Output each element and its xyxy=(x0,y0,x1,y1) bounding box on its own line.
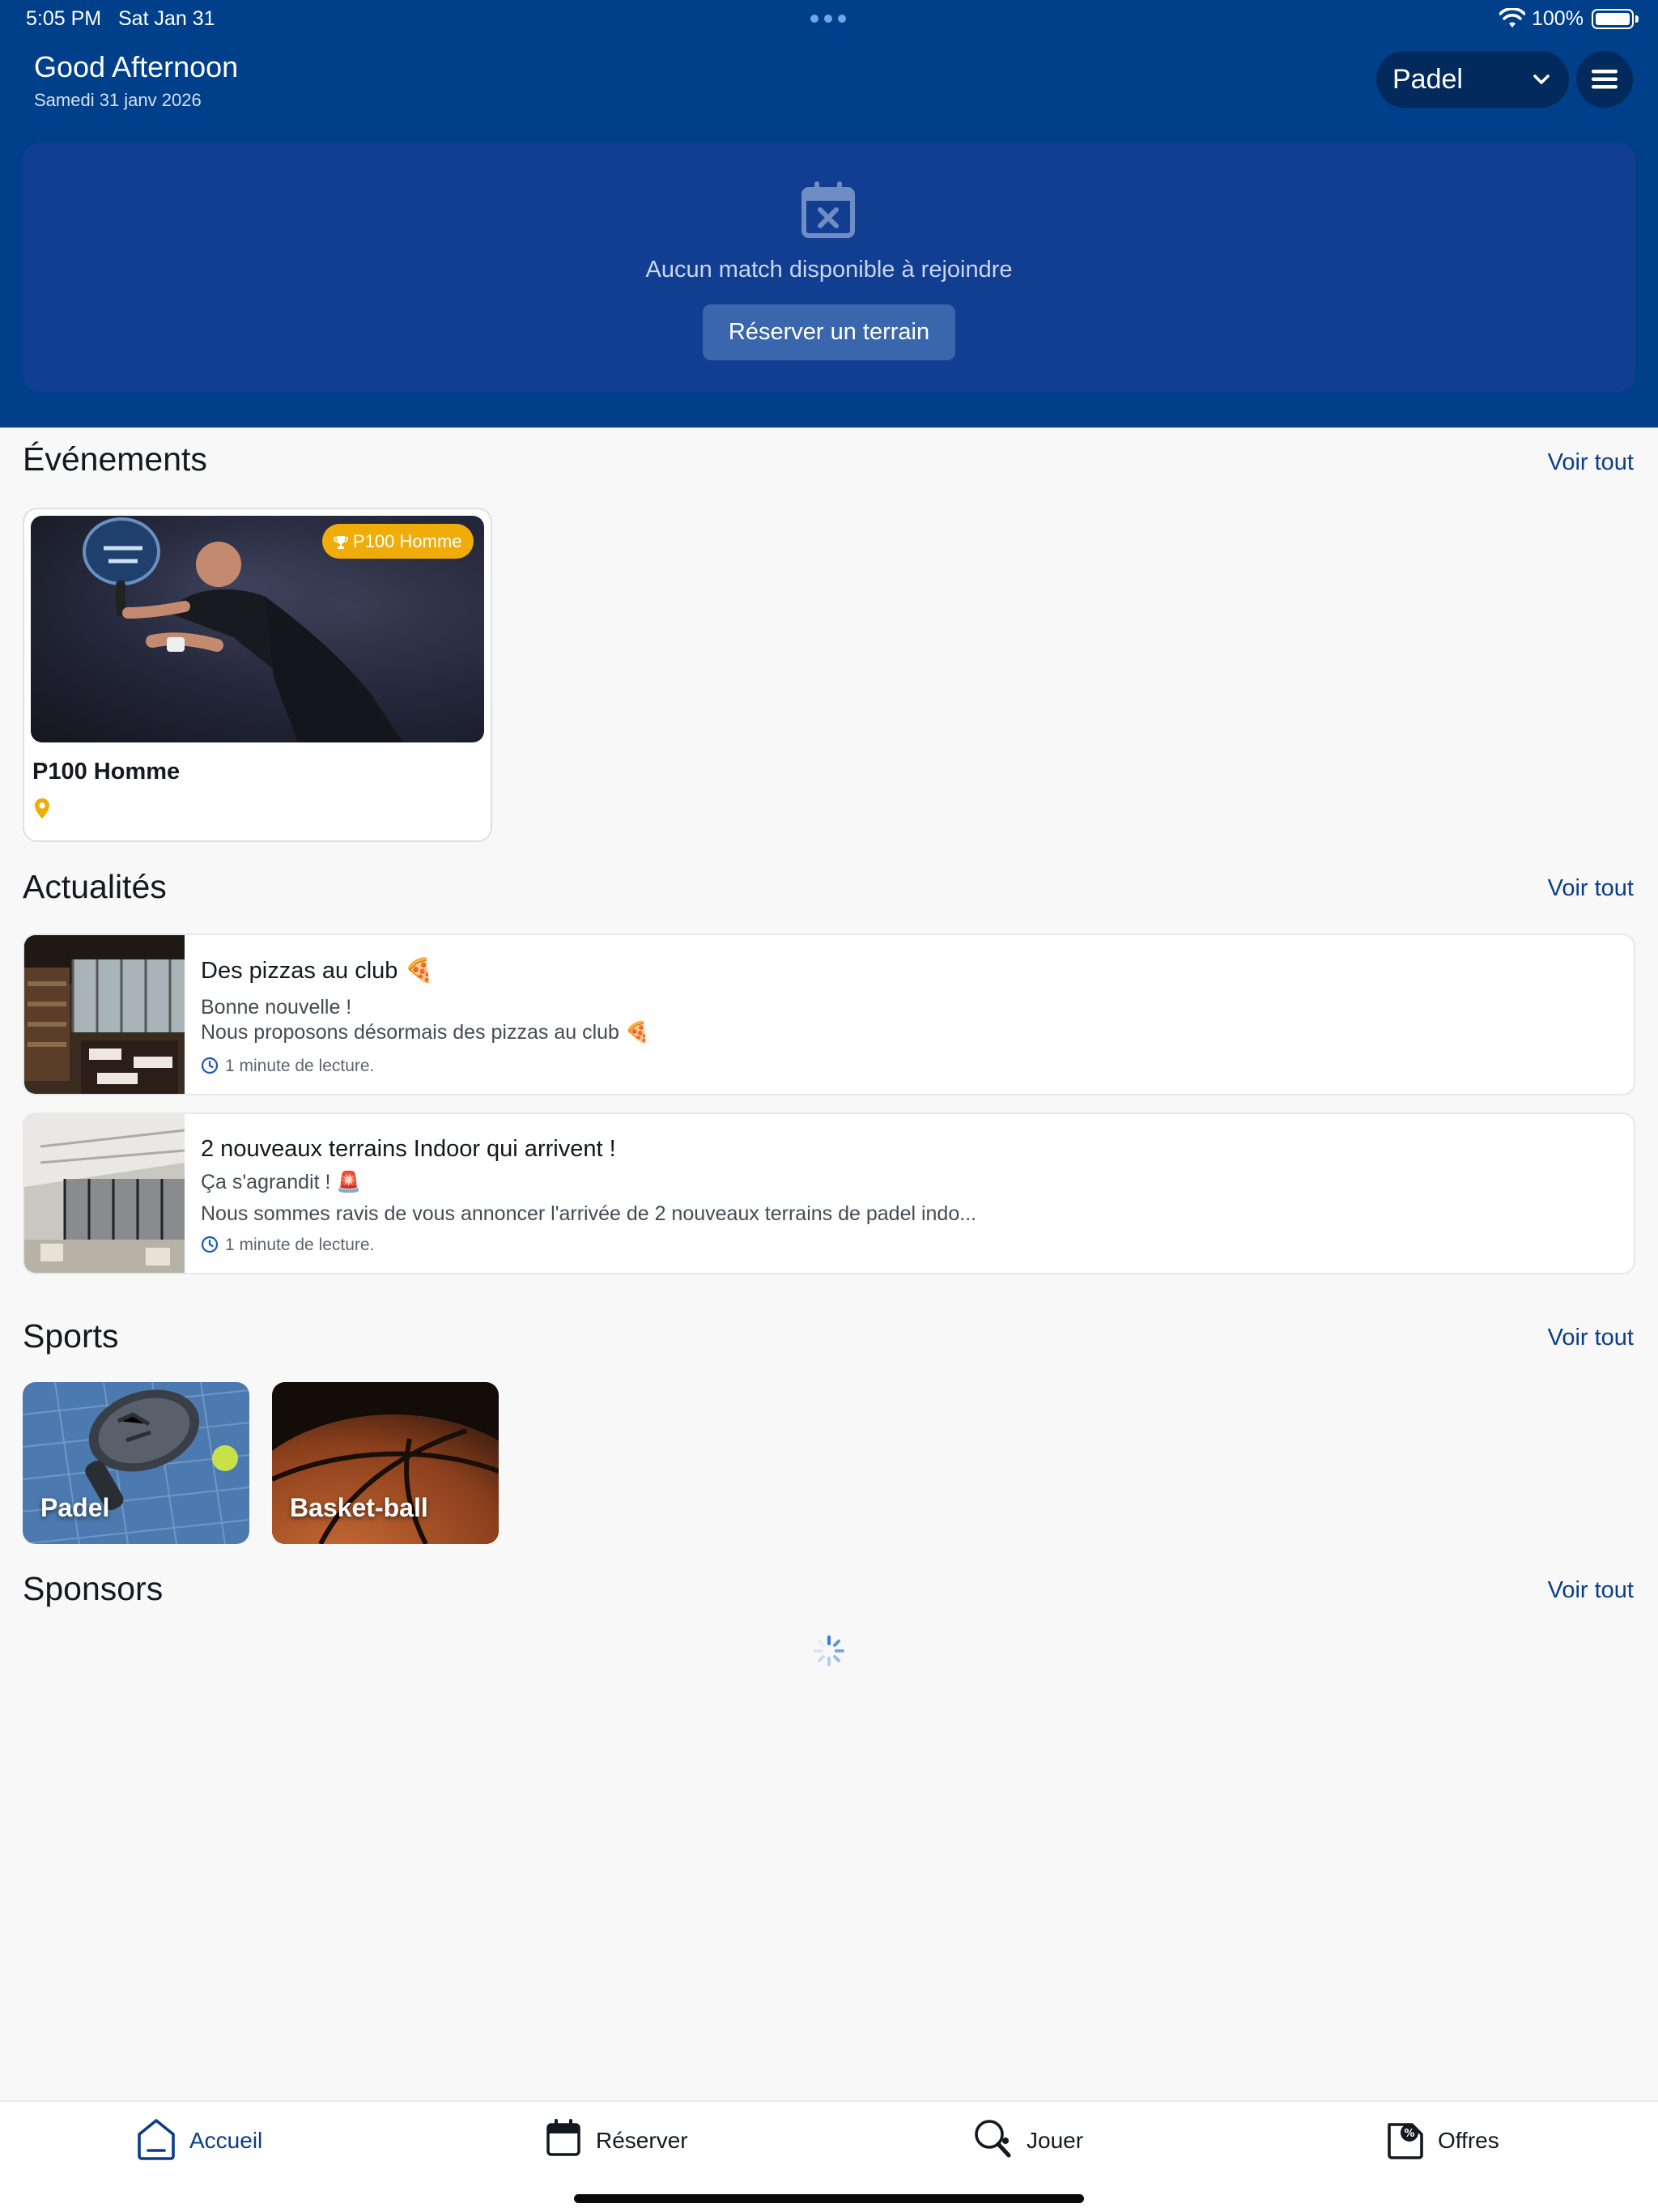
tab-accueil[interactable]: Accueil xyxy=(136,2118,282,2163)
svg-text:%: % xyxy=(1404,2128,1414,2140)
news-read-time: 1 minute de lecture. xyxy=(201,1057,374,1076)
news-item[interactable]: 2 nouveaux terrains Indoor qui arrivent … xyxy=(23,1112,1635,1274)
wifi-icon xyxy=(1499,8,1525,28)
news-title: 2 nouveaux terrains Indoor qui arrivent … xyxy=(201,1136,616,1162)
discount-tag-icon: % xyxy=(1388,2123,1423,2159)
status-date: Sat Jan 31 xyxy=(118,7,215,30)
news-read-time-text: 1 minute de lecture. xyxy=(225,1236,375,1254)
chevron-down-icon xyxy=(1533,74,1550,84)
tab-jouer[interactable]: Jouer xyxy=(973,2118,1103,2163)
home-indicator xyxy=(574,2194,1084,2203)
trophy-icon xyxy=(334,536,348,549)
event-card[interactable]: P100 Homme P100 Homme xyxy=(23,508,492,842)
events-see-all-link[interactable]: Voir tout xyxy=(1548,449,1634,476)
status-bar: 5:05 PM Sat Jan 31 100% xyxy=(0,0,1658,39)
sport-tile-label: Padel xyxy=(40,1493,110,1522)
greeting-title: Good Afternoon xyxy=(34,50,239,83)
sponsors-section-title: Sponsors xyxy=(23,1570,164,1607)
home-icon xyxy=(138,2119,175,2160)
padel-racket-icon xyxy=(975,2120,1011,2158)
no-match-message: Aucun match disponible à rejoindre xyxy=(645,257,1013,283)
clock-icon xyxy=(201,1236,219,1253)
news-excerpt-line-1: Ça s'agrandit ! 🚨 xyxy=(201,1171,362,1193)
news-excerpt-line-2: Nous sommes ravis de vous annoncer l'arr… xyxy=(201,1202,977,1225)
hamburger-menu-icon xyxy=(1592,70,1618,89)
news-item[interactable]: Des pizzas au club 🍕 Bonne nouvelle ! No… xyxy=(23,934,1635,1095)
sponsors-see-all-link[interactable]: Voir tout xyxy=(1548,1577,1634,1604)
clock-icon xyxy=(201,1057,219,1074)
news-read-time: 1 minute de lecture. xyxy=(201,1236,374,1255)
news-excerpt-line-2: Nous proposons désormais des pizzas au c… xyxy=(201,1021,651,1044)
status-time: 5:05 PM xyxy=(26,7,102,30)
multitasking-dots-icon[interactable] xyxy=(810,15,846,23)
sport-tile-basketball[interactable]: Basket-ball xyxy=(272,1382,499,1544)
battery-percent: 100% xyxy=(1532,7,1584,30)
battery-cap xyxy=(1635,15,1639,23)
bottom-tab-bar: Accueil Réserver Jouer % Offres xyxy=(0,2100,1658,2212)
event-badge: P100 Homme xyxy=(322,524,474,559)
available-match-card: Aucun match disponible à rejoindre Réser… xyxy=(23,143,1635,392)
news-title: Des pizzas au club 🍕 xyxy=(201,958,434,984)
sport-select-value: Padel xyxy=(1392,64,1463,95)
header: 5:05 PM Sat Jan 31 100% Good Afternoon S… xyxy=(0,0,1658,428)
greeting-date: Samedi 31 janv 2026 xyxy=(34,90,202,110)
sport-tile-padel[interactable]: Padel xyxy=(23,1382,249,1544)
news-thumbnail-restaurant xyxy=(24,935,185,1094)
news-read-time-text: 1 minute de lecture. xyxy=(225,1057,375,1075)
sports-see-all-link[interactable]: Voir tout xyxy=(1548,1325,1634,1351)
calendar-icon xyxy=(546,2119,580,2156)
tab-label: Jouer xyxy=(1027,2128,1084,2153)
tab-offres[interactable]: % Offres xyxy=(1386,2118,1524,2163)
location-pin-icon xyxy=(35,798,49,819)
tab-label: Accueil xyxy=(189,2128,263,2153)
sport-select-dropdown[interactable]: Padel xyxy=(1376,51,1569,108)
event-badge-label: P100 Homme xyxy=(353,531,462,551)
event-image: P100 Homme xyxy=(31,516,484,742)
reserve-court-button[interactable]: Réserver un terrain xyxy=(703,304,955,360)
news-see-all-link[interactable]: Voir tout xyxy=(1548,875,1634,902)
tab-label: Offres xyxy=(1438,2128,1499,2153)
news-excerpt-line-1: Bonne nouvelle ! xyxy=(201,996,352,1019)
loading-spinner-icon xyxy=(814,1636,844,1666)
tab-label: Réserver xyxy=(596,2128,688,2153)
sports-section-title: Sports xyxy=(23,1317,119,1355)
calendar-x-icon xyxy=(801,181,855,238)
sport-tile-label: Basket-ball xyxy=(290,1493,428,1522)
news-thumbnail-indoor-court xyxy=(24,1114,185,1273)
battery-icon xyxy=(1592,9,1634,29)
events-section-title: Événements xyxy=(23,440,207,478)
menu-button[interactable] xyxy=(1576,51,1633,108)
tab-reserver[interactable]: Réserver xyxy=(546,2118,708,2163)
event-title: P100 Homme xyxy=(32,759,181,785)
news-section-title: Actualités xyxy=(23,868,167,905)
